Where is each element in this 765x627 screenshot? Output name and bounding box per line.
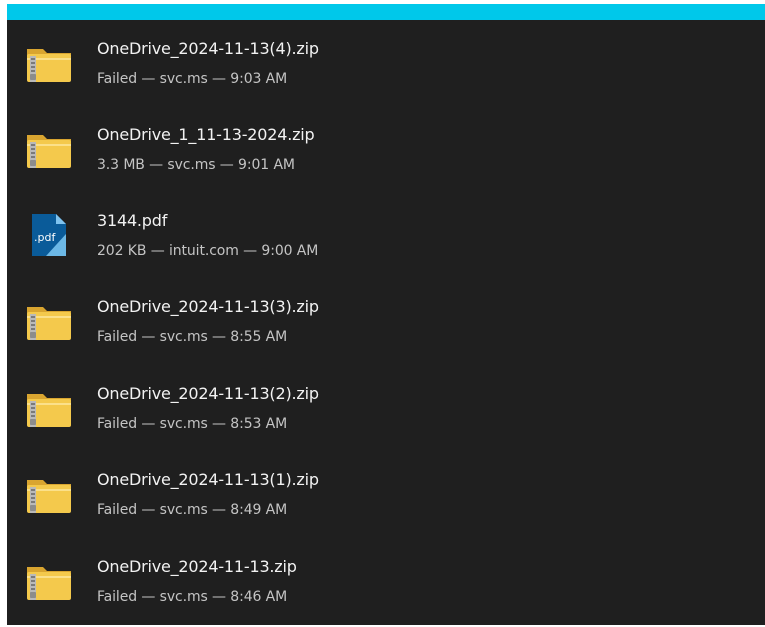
downloads-list: OneDrive_2024-11-13(4).zip Failed — svc.…	[7, 20, 765, 625]
download-item[interactable]: OneDrive_2024-11-13(2).zip Failed — svc.…	[7, 365, 765, 451]
pdf-icon-label: .pdf	[34, 231, 56, 244]
zip-folder-icon	[24, 38, 74, 88]
file-status: 3.3 MB — svc.ms — 9:01 AM	[97, 157, 295, 173]
download-item[interactable]: OneDrive_2024-11-13(1).zip Failed — svc.…	[7, 451, 765, 537]
accent-bar	[7, 4, 765, 20]
file-status: Failed — svc.ms — 8:46 AM	[97, 589, 288, 605]
zip-folder-icon	[24, 469, 74, 519]
file-status: Failed — svc.ms — 8:53 AM	[97, 416, 288, 432]
file-name: OneDrive_2024-11-13(2).zip	[97, 384, 319, 403]
file-status: Failed — svc.ms — 8:55 AM	[97, 329, 288, 345]
file-name: OneDrive_1_11-13-2024.zip	[97, 125, 315, 144]
file-name: OneDrive_2024-11-13(4).zip	[97, 39, 319, 58]
file-name: OneDrive_2024-11-13(1).zip	[97, 470, 319, 489]
file-status: 202 KB — intuit.com — 9:00 AM	[97, 243, 319, 259]
zip-folder-icon	[24, 383, 74, 433]
download-item[interactable]: OneDrive_2024-11-13(4).zip Failed — svc.…	[7, 20, 765, 106]
downloads-panel: OneDrive_2024-11-13(4).zip Failed — svc.…	[7, 4, 765, 625]
file-status: Failed — svc.ms — 8:49 AM	[97, 502, 288, 518]
zip-folder-icon	[24, 124, 74, 174]
download-item[interactable]: OneDrive_2024-11-13.zip Failed — svc.ms …	[7, 538, 765, 624]
file-name: OneDrive_2024-11-13(3).zip	[97, 297, 319, 316]
file-name: OneDrive_2024-11-13.zip	[97, 557, 297, 576]
download-item[interactable]: OneDrive_1_11-13-2024.zip 3.3 MB — svc.m…	[7, 106, 765, 192]
pdf-file-icon: .pdf	[24, 210, 74, 260]
download-item[interactable]: .pdf 3144.pdf 202 KB — intuit.com — 9:00…	[7, 192, 765, 278]
zip-folder-icon	[24, 556, 74, 606]
zip-folder-icon	[24, 296, 74, 346]
download-item[interactable]: OneDrive_2024-11-13(3).zip Failed — svc.…	[7, 278, 765, 364]
file-name: 3144.pdf	[97, 211, 168, 230]
file-status: Failed — svc.ms — 9:03 AM	[97, 71, 288, 87]
